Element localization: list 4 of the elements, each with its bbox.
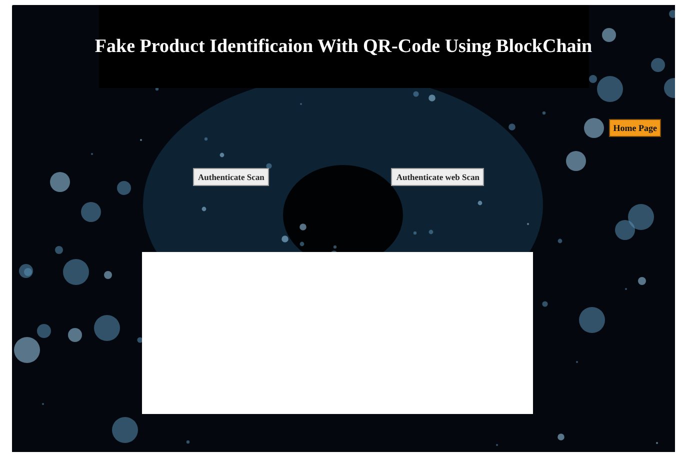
page-title: Fake Product Identificaion With QR-Code Using BlockChain — [94, 36, 592, 58]
scan-button[interactable]: Authenticate web Scan — [391, 168, 484, 186]
home-page-button[interactable]: Home Page — [609, 119, 661, 137]
scan-button[interactable]: Authenticate Scan — [193, 168, 270, 186]
